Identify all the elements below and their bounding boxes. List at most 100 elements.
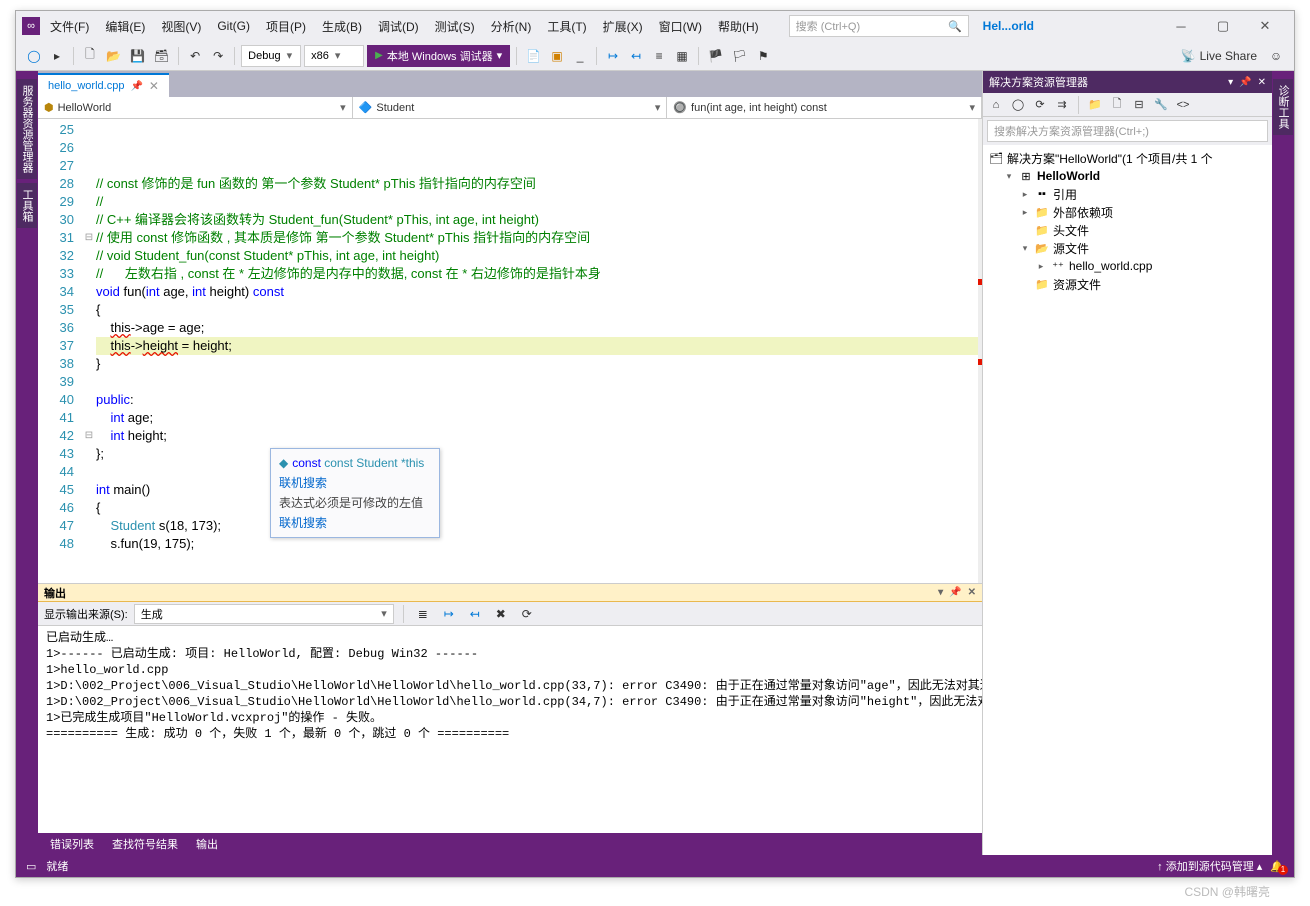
- diagnostics-tab[interactable]: 诊断工具: [1273, 79, 1293, 135]
- tb-icon[interactable]: ▣: [547, 45, 567, 67]
- chevron-down-icon[interactable]: ▾: [1019, 243, 1031, 254]
- notification-icon[interactable]: 🔔1: [1270, 860, 1284, 873]
- start-debug-button[interactable]: 本地 Windows 调试器 ▾: [367, 45, 510, 67]
- live-share-button[interactable]: Live Share: [1175, 49, 1263, 63]
- tree-headers[interactable]: 📁头文件: [985, 221, 1270, 239]
- tree-sources[interactable]: ▾📂源文件: [985, 239, 1270, 257]
- nav-back-icon[interactable]: ◯: [24, 45, 44, 67]
- tb-icon[interactable]: 📄: [523, 45, 544, 67]
- pin-icon[interactable]: 📌: [949, 587, 961, 598]
- new-project-icon[interactable]: 🗋: [80, 45, 100, 67]
- tooltip-online-search-1[interactable]: 联机搜索: [279, 473, 431, 493]
- toolbox-tab[interactable]: 工具箱: [17, 183, 37, 228]
- close-icon[interactable]: ✕: [968, 587, 976, 598]
- maximize-button[interactable]: ▢: [1206, 16, 1240, 36]
- error-list-tab[interactable]: 错误列表: [42, 834, 102, 854]
- show-all-icon[interactable]: 📁: [1086, 96, 1104, 114]
- menu-view[interactable]: 视图(V): [155, 15, 207, 38]
- menu-file[interactable]: 文件(F): [44, 15, 95, 38]
- close-icon[interactable]: ✕: [1258, 77, 1266, 88]
- error-marker[interactable]: [978, 359, 982, 365]
- tb-icon[interactable]: ▦: [672, 45, 692, 67]
- server-explorer-tab[interactable]: 服务器资源管理器: [17, 79, 37, 179]
- chevron-down-icon[interactable]: ▾: [1003, 171, 1015, 182]
- solution-search-input[interactable]: 搜索解决方案资源管理器(Ctrl+;): [987, 120, 1268, 142]
- scm-button[interactable]: ↑ 添加到源代码管理 ▴: [1157, 858, 1262, 874]
- home-icon[interactable]: ⌂: [987, 96, 1005, 114]
- nav-class-combo[interactable]: Student: [353, 97, 668, 118]
- left-rail: 服务器资源管理器 工具箱: [16, 71, 38, 855]
- refresh-icon[interactable]: 🗋: [1108, 96, 1126, 114]
- global-search-input[interactable]: 搜索 (Ctrl+Q) 🔍: [789, 15, 969, 37]
- tb-icon[interactable]: ≡: [649, 45, 669, 67]
- dropdown-icon[interactable]: ▾: [1228, 77, 1233, 88]
- close-tab-icon[interactable]: ✕: [149, 79, 159, 93]
- menu-project[interactable]: 项目(P): [260, 15, 312, 38]
- tb-icon[interactable]: 🏳: [729, 45, 750, 67]
- close-button[interactable]: ✕: [1248, 16, 1282, 36]
- tooltip-online-search-2[interactable]: 联机搜索: [279, 513, 431, 533]
- menu-build[interactable]: 生成(B): [316, 15, 368, 38]
- solution-explorer-title[interactable]: 解决方案资源管理器 ▾📌✕: [983, 71, 1272, 93]
- undo-icon[interactable]: ↶: [185, 45, 205, 67]
- output-source-combo[interactable]: 生成: [134, 604, 394, 624]
- chevron-right-icon[interactable]: ▸: [1019, 207, 1031, 218]
- tb-icon[interactable]: ⟳: [517, 603, 537, 625]
- menu-debug[interactable]: 调试(D): [372, 15, 425, 38]
- menu-help[interactable]: 帮助(H): [712, 15, 765, 38]
- code-editor[interactable]: 2526272829303132333435363738394041424344…: [38, 119, 982, 583]
- feedback-icon[interactable]: ☺: [1266, 45, 1286, 67]
- nav-project-combo[interactable]: HelloWorld: [38, 97, 353, 118]
- tb-icon[interactable]: ⚑: [753, 45, 773, 67]
- save-icon[interactable]: 💾: [127, 45, 148, 67]
- output-tab[interactable]: 输出: [188, 834, 226, 854]
- back-icon[interactable]: ◯: [1009, 96, 1027, 114]
- sync-icon[interactable]: ⟳: [1031, 96, 1049, 114]
- save-all-icon[interactable]: 🗃: [151, 45, 172, 67]
- pin-icon[interactable]: ▾: [938, 587, 943, 598]
- error-marker[interactable]: [978, 279, 982, 285]
- output-text[interactable]: 已启动生成… 1>------ 已启动生成: 项目: HelloWorld, 配…: [38, 626, 982, 833]
- collapse-icon[interactable]: ⊟: [1130, 96, 1148, 114]
- properties-icon[interactable]: 🔧: [1152, 96, 1170, 114]
- pin-icon[interactable]: 📌: [1239, 77, 1251, 88]
- editor-tab-hello-world[interactable]: hello_world.cpp 📌 ✕: [38, 73, 169, 97]
- tb-icon[interactable]: ✖: [491, 603, 511, 625]
- nav-fwd-icon[interactable]: ▸: [47, 45, 67, 67]
- chevron-right-icon[interactable]: ▸: [1019, 189, 1031, 200]
- menu-tools[interactable]: 工具(T): [541, 15, 592, 38]
- redo-icon[interactable]: ↷: [208, 45, 228, 67]
- tree-ext-deps[interactable]: ▸📁外部依赖项: [985, 203, 1270, 221]
- tree-resources[interactable]: 📁资源文件: [985, 275, 1270, 293]
- chevron-right-icon[interactable]: ▸: [1035, 261, 1047, 272]
- output-panel-title[interactable]: 输出 ▾📌✕: [38, 584, 982, 602]
- open-file-icon[interactable]: 📂: [103, 45, 124, 67]
- menu-extensions[interactable]: 扩展(X): [597, 15, 649, 38]
- tb-icon[interactable]: _: [570, 45, 590, 67]
- tb-icon[interactable]: ≣: [413, 603, 433, 625]
- tb-icon[interactable]: ↤: [626, 45, 646, 67]
- menu-analyze[interactable]: 分析(N): [485, 15, 538, 38]
- tb-icon[interactable]: 🏴: [705, 45, 726, 67]
- menu-edit[interactable]: 编辑(E): [99, 15, 151, 38]
- platform-dropdown[interactable]: x86: [304, 45, 364, 67]
- find-symbol-tab[interactable]: 查找符号结果: [104, 834, 186, 854]
- menu-git[interactable]: Git(G): [211, 16, 256, 36]
- tb-icon[interactable]: ↦: [603, 45, 623, 67]
- code-icon[interactable]: <>: [1174, 96, 1192, 114]
- nav-member-combo[interactable]: fun(int age, int height) const: [667, 97, 982, 118]
- tree-file-cpp[interactable]: ▸⁺⁺hello_world.cpp: [985, 257, 1270, 275]
- tb-icon[interactable]: ↤: [465, 603, 485, 625]
- config-dropdown[interactable]: Debug: [241, 45, 301, 67]
- tree-project[interactable]: ▾⊞HelloWorld: [985, 167, 1270, 185]
- solution-tree[interactable]: 🗂解决方案"HelloWorld"(1 个项目/共 1 个 ▾⊞HelloWor…: [983, 145, 1272, 855]
- code-area[interactable]: // const 修饰的是 fun 函数的 第一个参数 Student* pTh…: [96, 119, 982, 583]
- tree-references[interactable]: ▸▪▪引用: [985, 185, 1270, 203]
- pin-icon[interactable]: 📌: [130, 81, 142, 92]
- sync-icon[interactable]: ⇉: [1053, 96, 1071, 114]
- menu-test[interactable]: 测试(S): [429, 15, 481, 38]
- tree-solution-root[interactable]: 🗂解决方案"HelloWorld"(1 个项目/共 1 个: [985, 149, 1270, 167]
- menu-window[interactable]: 窗口(W): [653, 15, 708, 38]
- minimize-button[interactable]: ─: [1164, 16, 1198, 36]
- tb-icon[interactable]: ↦: [439, 603, 459, 625]
